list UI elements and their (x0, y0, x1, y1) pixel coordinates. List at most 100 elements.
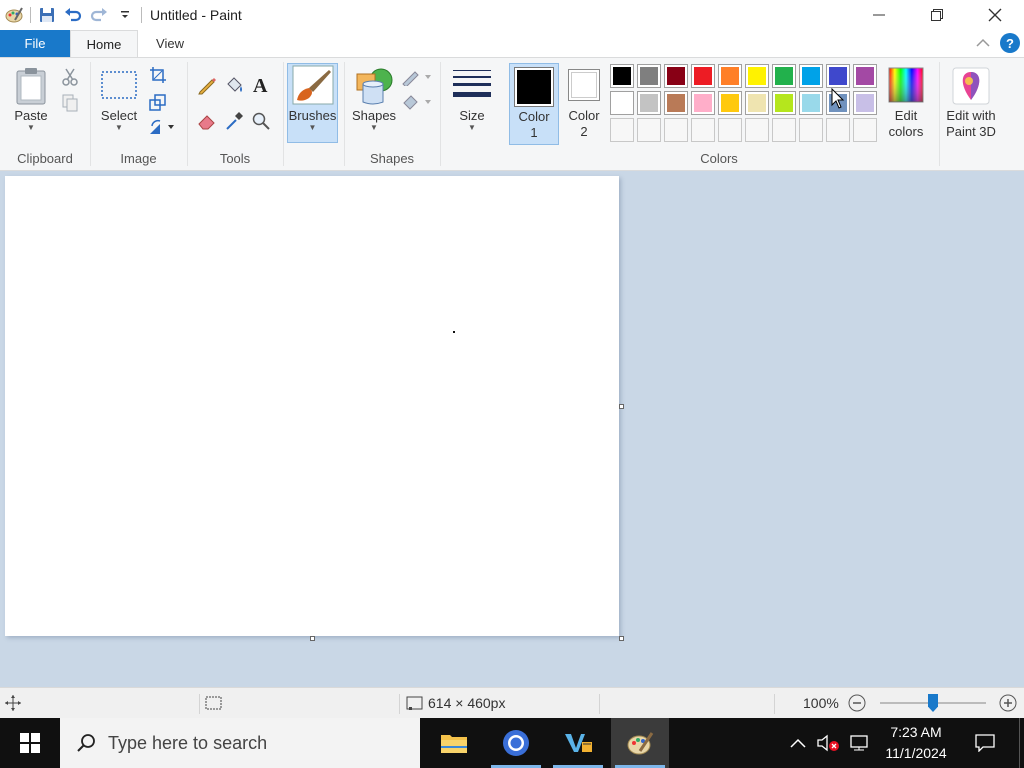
redo-icon[interactable] (89, 5, 109, 25)
color-swatch[interactable] (772, 91, 796, 115)
brushes-dropdown-caret[interactable]: ▼ (309, 124, 317, 132)
paint3d-icon (952, 67, 990, 105)
show-hidden-icons[interactable] (786, 718, 810, 768)
color-swatch[interactable] (772, 64, 796, 88)
color-swatch[interactable] (691, 91, 715, 115)
color-swatch[interactable] (745, 91, 769, 115)
color-swatch[interactable] (610, 91, 634, 115)
restore-button[interactable] (908, 0, 966, 30)
image-group-label: Image (120, 151, 157, 166)
custom-color-slot[interactable] (772, 118, 796, 142)
fill-bucket-icon[interactable] (223, 74, 245, 96)
minimize-button[interactable] (850, 0, 908, 30)
zoom-out-icon[interactable] (847, 693, 867, 716)
color-swatch-fill (748, 94, 766, 112)
brushes-button[interactable]: Brushes ▼ (287, 63, 338, 143)
custom-color-slot[interactable] (718, 118, 742, 142)
resize-handle-bottom[interactable] (310, 636, 315, 641)
custom-color-slot[interactable] (745, 118, 769, 142)
eraser-icon[interactable] (196, 110, 218, 132)
custom-color-slot[interactable] (826, 118, 850, 142)
tab-view[interactable]: View (138, 30, 202, 57)
color-swatch[interactable] (718, 91, 742, 115)
paste-label: Paste (14, 108, 48, 123)
size-dropdown-caret[interactable]: ▼ (468, 124, 476, 132)
select-label: Select (100, 108, 138, 123)
shapes-dropdown-caret[interactable]: ▼ (370, 124, 378, 132)
color-swatch[interactable] (691, 64, 715, 88)
color-swatch[interactable] (853, 91, 877, 115)
pencil-icon[interactable] (196, 74, 218, 96)
color-swatch[interactable] (799, 64, 823, 88)
shapes-button[interactable]: Shapes ▼ (351, 66, 397, 132)
taskbar-clock[interactable]: 7:23 AM 11/1/2024 (876, 722, 956, 764)
custom-color-slot[interactable] (853, 118, 877, 142)
color-swatch[interactable] (637, 64, 661, 88)
drawing-canvas[interactable] (5, 176, 619, 636)
taskbar-app-vs[interactable] (549, 718, 607, 768)
custom-color-slot[interactable] (691, 118, 715, 142)
workspace (0, 88, 1024, 687)
resize-handle-right[interactable] (619, 404, 624, 409)
save-icon[interactable] (37, 5, 57, 25)
paste-button[interactable]: Paste ▼ (6, 66, 56, 132)
select-button[interactable]: Select ▼ (97, 66, 141, 132)
tab-home[interactable]: Home (70, 30, 138, 57)
taskbar-search-box[interactable]: Type here to search (60, 718, 420, 768)
zoom-slider-thumb[interactable] (928, 694, 938, 712)
custom-color-slot[interactable] (637, 118, 661, 142)
shapes-icon (356, 68, 393, 105)
taskbar-file-explorer[interactable] (425, 718, 483, 768)
custom-color-slot[interactable] (799, 118, 823, 142)
custom-color-slot[interactable] (664, 118, 688, 142)
status-separator (199, 694, 200, 714)
network-icon[interactable] (846, 718, 872, 768)
rotate-icon[interactable] (147, 116, 177, 138)
start-button[interactable] (0, 718, 60, 768)
custom-color-slot[interactable] (610, 118, 634, 142)
color-swatch[interactable] (799, 91, 823, 115)
cut-icon[interactable] (59, 66, 81, 88)
magnifier-icon[interactable] (250, 110, 272, 132)
taskbar-paint[interactable] (611, 718, 669, 768)
undo-icon[interactable] (63, 5, 83, 25)
color-swatch[interactable] (610, 64, 634, 88)
edit-colors-button[interactable]: Edit colors (884, 66, 928, 140)
copy-icon[interactable] (59, 92, 81, 114)
color-swatch[interactable] (853, 64, 877, 88)
crop-icon[interactable] (147, 64, 169, 86)
ribbon: Paste ▼ Clipboard Select ▼ Image A Tools… (0, 57, 1024, 171)
tab-file[interactable]: File (0, 30, 70, 57)
resize-handle-corner[interactable] (619, 636, 624, 641)
text-tool-icon[interactable]: A (250, 74, 272, 96)
color-swatch[interactable] (637, 91, 661, 115)
paste-dropdown-caret[interactable]: ▼ (27, 124, 35, 132)
status-separator (599, 694, 600, 714)
edit-with-paint3d-button[interactable]: Edit with Paint 3D (942, 66, 1000, 140)
close-button[interactable] (966, 0, 1024, 30)
fill-icon[interactable] (401, 91, 433, 113)
help-icon[interactable]: ? (1000, 33, 1020, 53)
volume-muted-icon[interactable] (814, 718, 842, 768)
paint-app-icon[interactable] (4, 5, 24, 25)
select-dropdown-caret[interactable]: ▼ (115, 124, 123, 132)
color-swatch[interactable] (664, 64, 688, 88)
color-swatch[interactable] (664, 91, 688, 115)
outline-icon[interactable] (401, 66, 433, 88)
resize-icon[interactable] (147, 91, 169, 113)
notifications-icon[interactable] (968, 718, 1002, 768)
color-swatch[interactable] (826, 64, 850, 88)
collapse-ribbon-icon[interactable] (976, 36, 990, 51)
selection-size-icon (205, 695, 223, 714)
customize-toolbar-icon[interactable] (115, 5, 135, 25)
zoom-in-icon[interactable] (998, 693, 1018, 716)
status-bar: 614 × 460px 100% (0, 687, 1024, 718)
color-swatch[interactable] (745, 64, 769, 88)
color-swatch[interactable] (718, 64, 742, 88)
show-desktop-button[interactable] (1019, 718, 1020, 768)
taskbar-chrome[interactable] (487, 718, 545, 768)
image-group: Select ▼ Image (91, 58, 186, 170)
zoom-slider-track[interactable] (880, 694, 986, 712)
size-button[interactable]: Size ▼ (446, 66, 498, 132)
color-picker-icon[interactable] (223, 110, 245, 132)
